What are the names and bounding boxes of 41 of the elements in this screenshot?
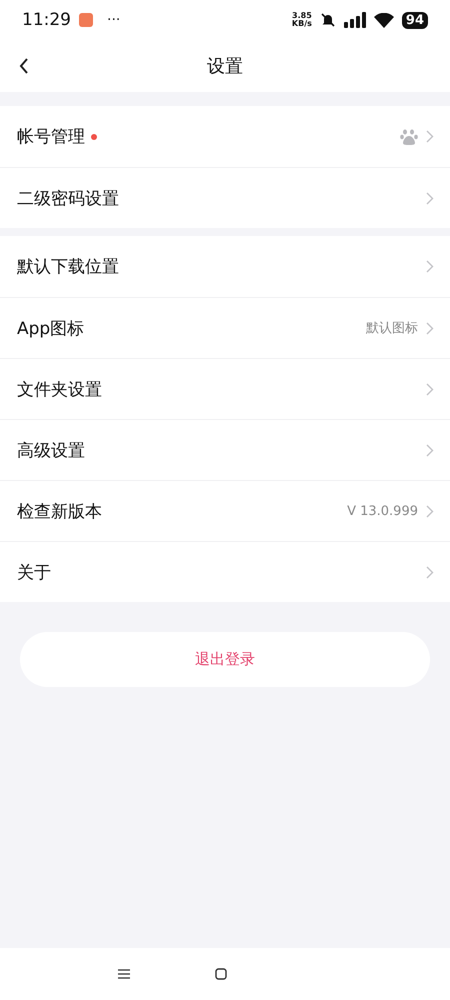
chevron-icon — [426, 566, 434, 578]
row-label: 关于 — [17, 562, 51, 584]
chevron-icon — [426, 382, 434, 396]
chevron-icon — [426, 260, 434, 273]
battery-level: 94 — [402, 12, 428, 28]
speed-unit: KB/s — [292, 20, 312, 28]
row-label: 高级设置 — [17, 440, 85, 462]
settings-row[interactable]: 二级密码设置 — [0, 167, 450, 228]
chevron-icon — [426, 192, 434, 204]
row-label: 文件夹设置 — [17, 378, 102, 400]
menu-icon[interactable] — [118, 969, 130, 979]
row-label: 默认下载位置 — [17, 256, 119, 278]
wifi-icon — [374, 12, 394, 28]
network-speed: 3.85 — [292, 12, 312, 20]
chevron-icon — [426, 130, 434, 143]
page-title: 设置 — [207, 55, 243, 78]
chevron-icon — [426, 444, 434, 456]
settings-row[interactable]: 帐号管理 — [0, 106, 450, 167]
settings-row[interactable]: App图标 默认图标 — [0, 297, 450, 358]
row-label: 检查新版本 — [17, 500, 102, 522]
paw-icon — [400, 128, 418, 146]
recording-icon — [79, 13, 93, 27]
settings-row[interactable]: 关于 — [0, 541, 450, 602]
status-time: 11:29 — [22, 10, 71, 30]
row-label: App图标 — [17, 318, 84, 340]
logout-button[interactable]: 退出登录 — [20, 632, 430, 687]
row-label: 帐号管理 — [17, 126, 85, 148]
row-value: V 13.0.999 — [347, 504, 418, 518]
row-value: 默认图标 — [366, 320, 418, 337]
chevron-icon — [426, 322, 434, 334]
settings-row[interactable]: 高级设置 — [0, 419, 450, 480]
more-indicator: ··· — [107, 12, 120, 28]
settings-row[interactable]: 检查新版本 V 13.0.999 — [0, 480, 450, 541]
chevron-icon — [426, 504, 434, 518]
muted-bell-icon — [320, 12, 336, 28]
settings-row[interactable]: 默认下载位置 — [0, 236, 450, 297]
row-label: 二级密码设置 — [17, 188, 119, 210]
signal-icon — [344, 12, 366, 28]
back-icon[interactable] — [18, 56, 30, 76]
settings-row[interactable]: 文件夹设置 — [0, 358, 450, 419]
home-icon[interactable] — [215, 968, 227, 980]
